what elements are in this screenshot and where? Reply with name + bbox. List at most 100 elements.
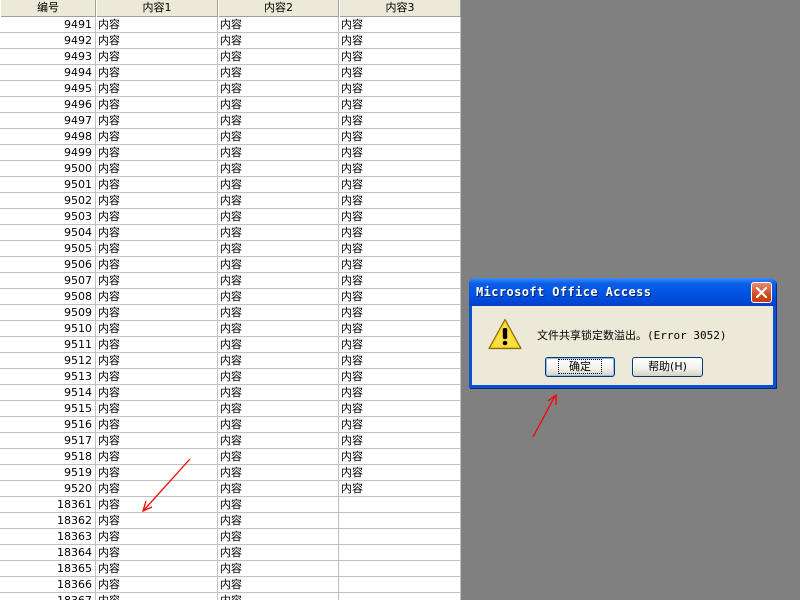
table-row[interactable]: 18366 内容 内容 — [0, 577, 461, 593]
cell-id[interactable]: 9501 — [0, 177, 96, 193]
table-row[interactable]: 9493 内容 内容 内容 — [0, 49, 461, 65]
table-row[interactable]: 9500 内容 内容 内容 — [0, 161, 461, 177]
table-row[interactable]: 9498 内容 内容 内容 — [0, 129, 461, 145]
cell-content1[interactable]: 内容 — [96, 113, 218, 129]
table-row[interactable]: 9509 内容 内容 内容 — [0, 305, 461, 321]
table-row[interactable]: 9494 内容 内容 内容 — [0, 65, 461, 81]
cell-content3[interactable] — [339, 593, 461, 600]
cell-content2[interactable]: 内容 — [218, 385, 339, 401]
cell-content2[interactable]: 内容 — [218, 145, 339, 161]
table-row[interactable]: 9517 内容 内容 内容 — [0, 433, 461, 449]
cell-content3[interactable]: 内容 — [339, 321, 461, 337]
dialog-titlebar[interactable]: Microsoft Office Access — [469, 278, 776, 306]
cell-content1[interactable]: 内容 — [96, 177, 218, 193]
table-row[interactable]: 9507 内容 内容 内容 — [0, 273, 461, 289]
table-row[interactable]: 9512 内容 内容 内容 — [0, 353, 461, 369]
cell-content3[interactable]: 内容 — [339, 305, 461, 321]
cell-content3[interactable]: 内容 — [339, 433, 461, 449]
cell-id[interactable]: 9494 — [0, 65, 96, 81]
cell-content1[interactable]: 内容 — [96, 289, 218, 305]
cell-content3[interactable] — [339, 545, 461, 561]
cell-content3[interactable]: 内容 — [339, 337, 461, 353]
cell-content1[interactable]: 内容 — [96, 161, 218, 177]
table-row[interactable]: 18362 内容 内容 — [0, 513, 461, 529]
cell-content1[interactable]: 内容 — [96, 209, 218, 225]
table-row[interactable]: 9499 内容 内容 内容 — [0, 145, 461, 161]
cell-id[interactable]: 9504 — [0, 225, 96, 241]
cell-content2[interactable]: 内容 — [218, 577, 339, 593]
cell-content2[interactable]: 内容 — [218, 17, 339, 33]
cell-content2[interactable]: 内容 — [218, 497, 339, 513]
cell-content3[interactable]: 内容 — [339, 257, 461, 273]
cell-content2[interactable]: 内容 — [218, 81, 339, 97]
table-row[interactable]: 9491 内容 内容 内容 — [0, 17, 461, 33]
column-header-id[interactable]: 编号 — [0, 0, 96, 17]
cell-id[interactable]: 9503 — [0, 209, 96, 225]
table-row[interactable]: 9508 内容 内容 内容 — [0, 289, 461, 305]
cell-content1[interactable]: 内容 — [96, 401, 218, 417]
cell-content1[interactable]: 内容 — [96, 417, 218, 433]
cell-content3[interactable]: 内容 — [339, 81, 461, 97]
cell-id[interactable]: 9505 — [0, 241, 96, 257]
cell-content3[interactable]: 内容 — [339, 289, 461, 305]
table-row[interactable]: 9501 内容 内容 内容 — [0, 177, 461, 193]
cell-id[interactable]: 18366 — [0, 577, 96, 593]
cell-id[interactable]: 9500 — [0, 161, 96, 177]
cell-id[interactable]: 9507 — [0, 273, 96, 289]
cell-content3[interactable]: 内容 — [339, 449, 461, 465]
cell-content2[interactable]: 内容 — [218, 513, 339, 529]
table-row[interactable]: 9519 内容 内容 内容 — [0, 465, 461, 481]
cell-content3[interactable]: 内容 — [339, 401, 461, 417]
cell-content2[interactable]: 内容 — [218, 337, 339, 353]
ok-button[interactable]: 确定 — [545, 357, 615, 377]
cell-id[interactable]: 9516 — [0, 417, 96, 433]
cell-content2[interactable]: 内容 — [218, 401, 339, 417]
cell-content3[interactable] — [339, 561, 461, 577]
table-row[interactable]: 9492 内容 内容 内容 — [0, 33, 461, 49]
cell-content3[interactable]: 内容 — [339, 465, 461, 481]
cell-content2[interactable]: 内容 — [218, 417, 339, 433]
table-row[interactable]: 9510 内容 内容 内容 — [0, 321, 461, 337]
cell-content2[interactable]: 内容 — [218, 561, 339, 577]
cell-id[interactable]: 9493 — [0, 49, 96, 65]
cell-content1[interactable]: 内容 — [96, 433, 218, 449]
cell-id[interactable]: 9512 — [0, 353, 96, 369]
cell-content3[interactable]: 内容 — [339, 385, 461, 401]
cell-id[interactable]: 9518 — [0, 449, 96, 465]
cell-content2[interactable]: 内容 — [218, 65, 339, 81]
cell-content3[interactable]: 内容 — [339, 273, 461, 289]
close-icon[interactable] — [751, 282, 772, 303]
cell-id[interactable]: 9499 — [0, 145, 96, 161]
cell-content2[interactable]: 内容 — [218, 225, 339, 241]
cell-content1[interactable]: 内容 — [96, 49, 218, 65]
table-row[interactable]: 9496 内容 内容 内容 — [0, 97, 461, 113]
cell-content3[interactable]: 内容 — [339, 33, 461, 49]
table-row[interactable]: 9506 内容 内容 内容 — [0, 257, 461, 273]
table-row[interactable]: 9505 内容 内容 内容 — [0, 241, 461, 257]
cell-id[interactable]: 9511 — [0, 337, 96, 353]
cell-content3[interactable] — [339, 513, 461, 529]
cell-content2[interactable]: 内容 — [218, 305, 339, 321]
cell-id[interactable]: 9497 — [0, 113, 96, 129]
cell-id[interactable]: 18362 — [0, 513, 96, 529]
cell-content1[interactable]: 内容 — [96, 369, 218, 385]
cell-content1[interactable]: 内容 — [96, 129, 218, 145]
cell-id[interactable]: 9519 — [0, 465, 96, 481]
cell-content1[interactable]: 内容 — [96, 257, 218, 273]
cell-content2[interactable]: 内容 — [218, 433, 339, 449]
table-row[interactable]: 9504 内容 内容 内容 — [0, 225, 461, 241]
cell-content1[interactable]: 内容 — [96, 577, 218, 593]
cell-content2[interactable]: 内容 — [218, 289, 339, 305]
cell-id[interactable]: 9492 — [0, 33, 96, 49]
table-row[interactable]: 9520 内容 内容 内容 — [0, 481, 461, 497]
cell-content1[interactable]: 内容 — [96, 225, 218, 241]
cell-id[interactable]: 9510 — [0, 321, 96, 337]
cell-content2[interactable]: 内容 — [218, 241, 339, 257]
cell-content2[interactable]: 内容 — [218, 353, 339, 369]
cell-content3[interactable]: 内容 — [339, 369, 461, 385]
cell-content3[interactable]: 内容 — [339, 49, 461, 65]
cell-id[interactable]: 9496 — [0, 97, 96, 113]
cell-content2[interactable]: 内容 — [218, 209, 339, 225]
cell-content2[interactable]: 内容 — [218, 177, 339, 193]
cell-content3[interactable]: 内容 — [339, 209, 461, 225]
